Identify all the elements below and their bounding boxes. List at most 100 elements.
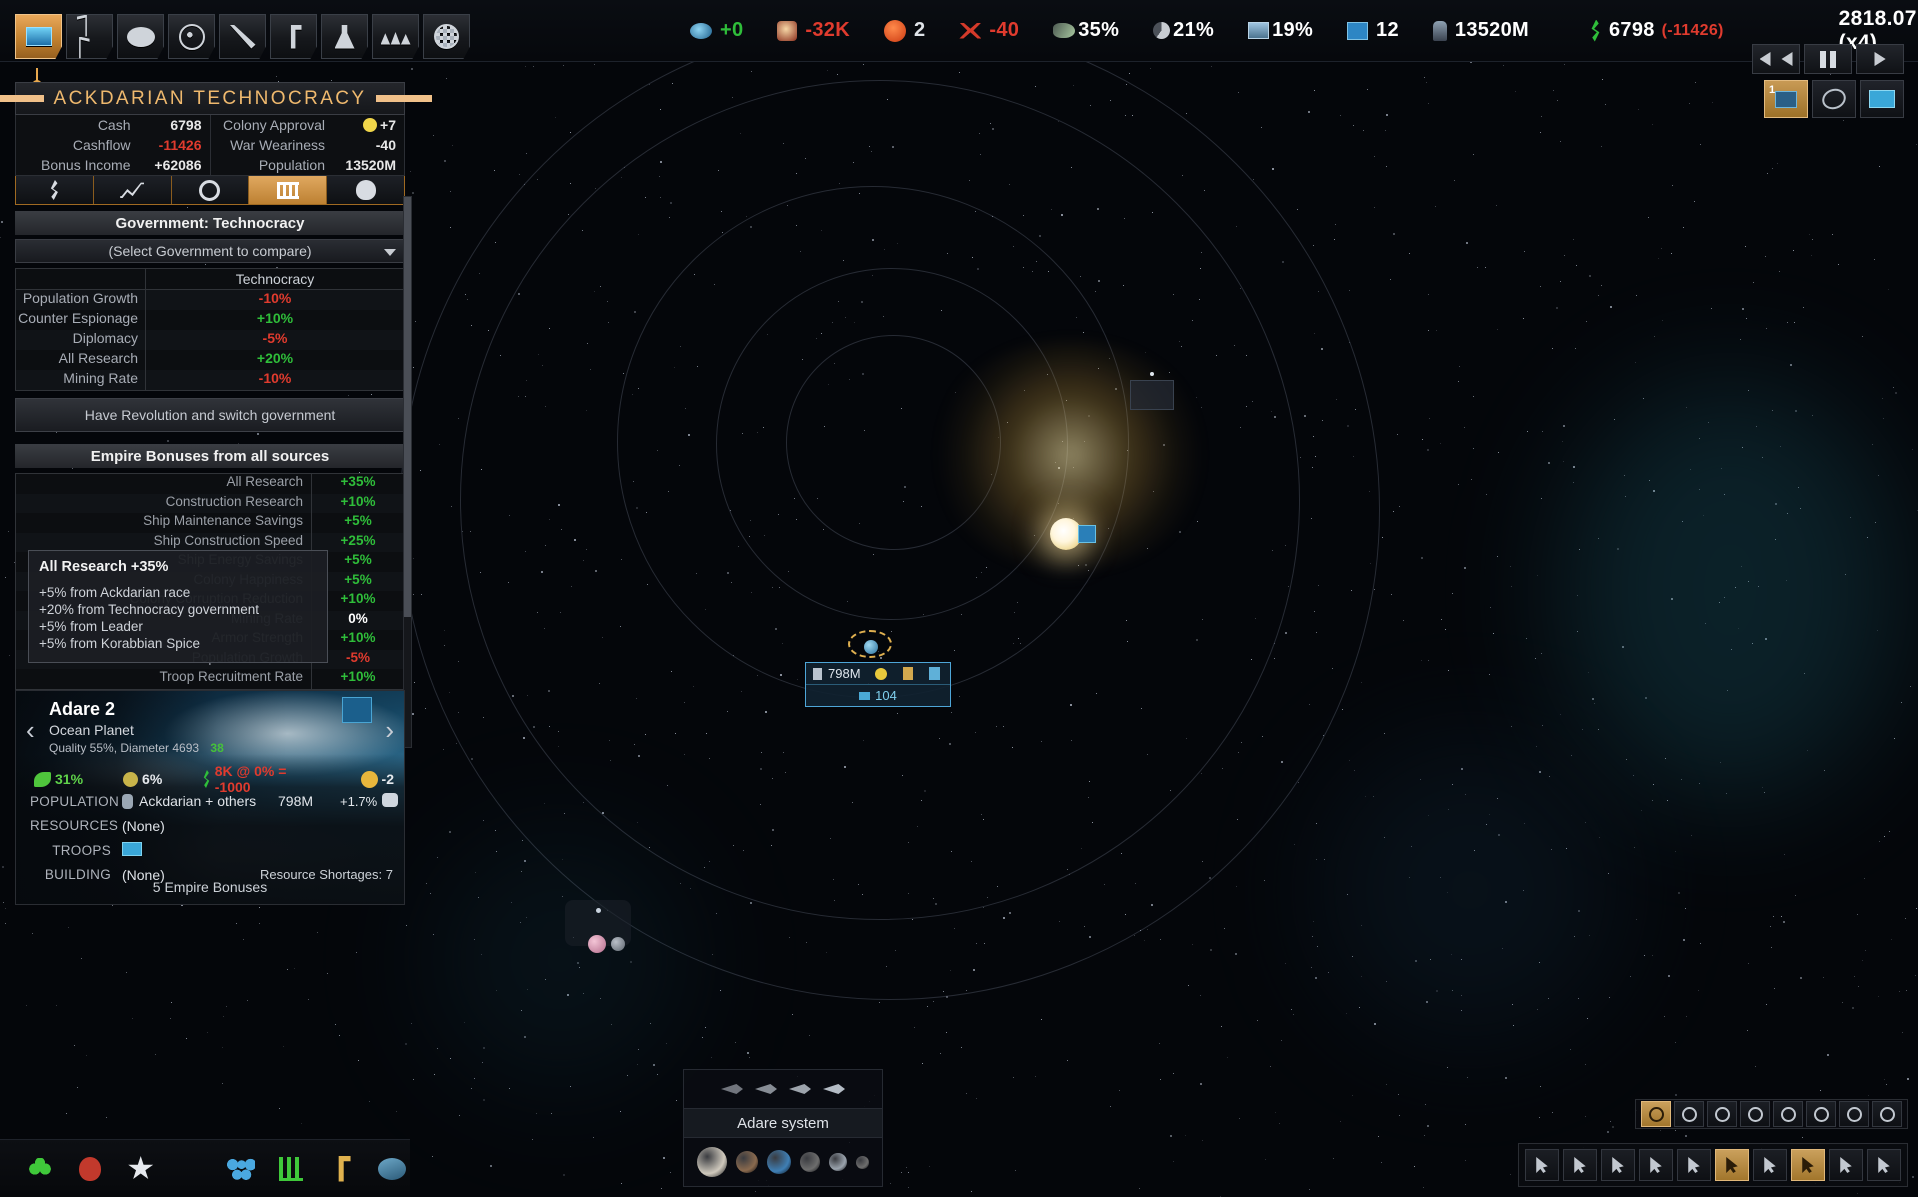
command-tab-strip[interactable] <box>15 14 470 59</box>
cash-group[interactable]: 6798 (-11426) <box>1589 19 1724 42</box>
zoom-toolbar[interactable] <box>1635 1099 1908 1129</box>
zoom-system-button[interactable] <box>1806 1101 1836 1127</box>
colony-count[interactable]: 12 <box>1347 19 1399 42</box>
zoom-galaxy-button[interactable] <box>1872 1101 1902 1127</box>
empire-sub-tabs[interactable] <box>15 176 405 205</box>
tab-construction[interactable] <box>270 14 317 59</box>
zoom-sector-button[interactable] <box>1839 1101 1869 1127</box>
system-ship-icon[interactable] <box>789 1084 811 1094</box>
colony-tooltip[interactable]: 798M 104 <box>805 662 951 707</box>
toolbar-galaxy-icon[interactable] <box>374 1152 410 1186</box>
subtab-policy[interactable] <box>327 176 404 204</box>
map-body-pink[interactable] <box>588 935 606 953</box>
bonus-row[interactable]: All Research +35% <box>16 474 404 494</box>
tool-marker-button[interactable] <box>1791 1149 1825 1181</box>
planet-empire-bonuses[interactable]: 5 Empire Bonuses <box>16 879 404 895</box>
toolbar-empire-icon[interactable] <box>22 1152 58 1186</box>
growth-rate[interactable]: 31% <box>34 771 83 787</box>
subtab-trade[interactable] <box>171 176 250 204</box>
war-weariness[interactable]: -40 <box>959 19 1019 42</box>
zoom-in-button[interactable] <box>1674 1101 1704 1127</box>
map-object-asteroid-belt[interactable] <box>1130 380 1174 410</box>
tool-expand-button[interactable] <box>1677 1149 1711 1181</box>
planet-body-3[interactable] <box>800 1152 820 1172</box>
tab-fleets[interactable] <box>372 14 419 59</box>
tab-galaxy[interactable] <box>168 14 215 59</box>
fuel-level[interactable]: 35% <box>1053 19 1119 42</box>
messages-counter-button[interactable]: 1 <box>1764 80 1808 118</box>
tab-empire[interactable] <box>15 14 62 59</box>
planet-next-button[interactable]: › <box>385 715 394 746</box>
planet-info-panel[interactable]: ‹ › Adare 2 Ocean Planet Quality 55%, Di… <box>15 690 405 905</box>
system-bodies[interactable] <box>684 1138 882 1186</box>
planet-body-5[interactable] <box>856 1155 869 1169</box>
unrest-count[interactable]: 2 <box>883 19 925 42</box>
tool-resource-button[interactable] <box>1601 1149 1635 1181</box>
panel-scrollbar[interactable] <box>403 196 412 748</box>
tab-designs[interactable] <box>423 14 470 59</box>
tab-research[interactable] <box>321 14 368 59</box>
tool-clock-button[interactable] <box>1829 1149 1863 1181</box>
envelope-icon[interactable] <box>122 841 142 856</box>
tool-ship-button[interactable] <box>1867 1149 1901 1181</box>
planet-body-1[interactable] <box>736 1151 758 1173</box>
population-total[interactable]: 13520M <box>1432 19 1529 42</box>
system-panel[interactable]: Adare system <box>683 1069 883 1187</box>
toolbar-threats-icon[interactable] <box>72 1152 108 1186</box>
construction-level[interactable]: 19% <box>1248 19 1313 42</box>
government-compare-dropdown[interactable]: (Select Government to compare) <box>15 239 405 263</box>
selected-colony-icon[interactable] <box>864 640 878 654</box>
system-ship-icon[interactable] <box>823 1084 845 1094</box>
rewind-button[interactable] <box>1752 44 1800 74</box>
zoom-mode-button[interactable] <box>1641 1101 1671 1127</box>
pause-button[interactable] <box>1804 44 1852 74</box>
toolbar-fleets-icon[interactable] <box>223 1152 259 1186</box>
tool-select-button[interactable] <box>1715 1149 1749 1181</box>
rewind-icon <box>1759 52 1793 66</box>
tech-tree-button[interactable] <box>1812 80 1856 118</box>
fastforward-button[interactable] <box>1856 44 1904 74</box>
toolbar-favorites-icon[interactable] <box>123 1152 159 1186</box>
system-ship-icon[interactable] <box>755 1084 777 1094</box>
map-tools-toolbar[interactable] <box>1518 1143 1908 1187</box>
panel-scrollbar-thumb[interactable] <box>404 197 411 617</box>
zoom-fleet-button[interactable] <box>1740 1101 1770 1127</box>
bottom-toolbar[interactable] <box>0 1139 410 1197</box>
planet-body-2[interactable] <box>767 1150 791 1174</box>
subtab-government[interactable] <box>249 176 328 204</box>
system-ship-icons[interactable] <box>684 1070 882 1108</box>
tool-fleet-button[interactable] <box>1563 1149 1597 1181</box>
mail-button[interactable] <box>1860 80 1904 118</box>
toolbar-construction-icon[interactable] <box>323 1152 359 1186</box>
colony-mood[interactable]: -2 <box>360 770 394 788</box>
research-points[interactable]: +0 <box>690 19 743 42</box>
zoom-out-button[interactable] <box>1707 1101 1737 1127</box>
subtab-statistics[interactable] <box>93 176 172 204</box>
tab-colonies[interactable] <box>117 14 164 59</box>
tool-compare-button[interactable] <box>1639 1149 1673 1181</box>
tool-route-button[interactable] <box>1753 1149 1787 1181</box>
planet-thumbnail[interactable] <box>342 697 372 723</box>
subtab-economy[interactable] <box>16 176 94 204</box>
empire-title: ACKDARIAN TECHNOCRACY <box>53 87 367 109</box>
zoom-planet-button[interactable] <box>1773 1101 1803 1127</box>
star-body[interactable] <box>697 1147 727 1177</box>
system-ship-icon[interactable] <box>721 1084 743 1094</box>
right-side-buttons[interactable]: 1 <box>1764 80 1904 118</box>
tax-rate[interactable]: 6% <box>123 771 162 787</box>
planet-body-4[interactable] <box>829 1153 847 1171</box>
toolbar-colonies-icon[interactable] <box>273 1152 309 1186</box>
map-body-grey[interactable] <box>611 937 625 951</box>
resource-level[interactable]: 21% <box>1153 19 1214 42</box>
tab-diplomacy[interactable] <box>66 14 113 59</box>
bonus-row[interactable]: Troop Recruitment Rate +10% <box>16 669 404 689</box>
tool-cities-button[interactable] <box>1525 1149 1559 1181</box>
playback-controls[interactable] <box>1752 44 1904 74</box>
bonus-row[interactable]: Ship Maintenance Savings +5% <box>16 513 404 533</box>
tab-mining[interactable] <box>219 14 266 59</box>
bonus-row[interactable]: Construction Research +10% <box>16 493 404 513</box>
revolution-button[interactable]: Have Revolution and switch government <box>15 398 405 432</box>
planet-prev-button[interactable]: ‹ <box>26 715 35 746</box>
star-station-icon[interactable] <box>1078 525 1096 543</box>
colony-income[interactable]: -32K <box>777 19 850 42</box>
